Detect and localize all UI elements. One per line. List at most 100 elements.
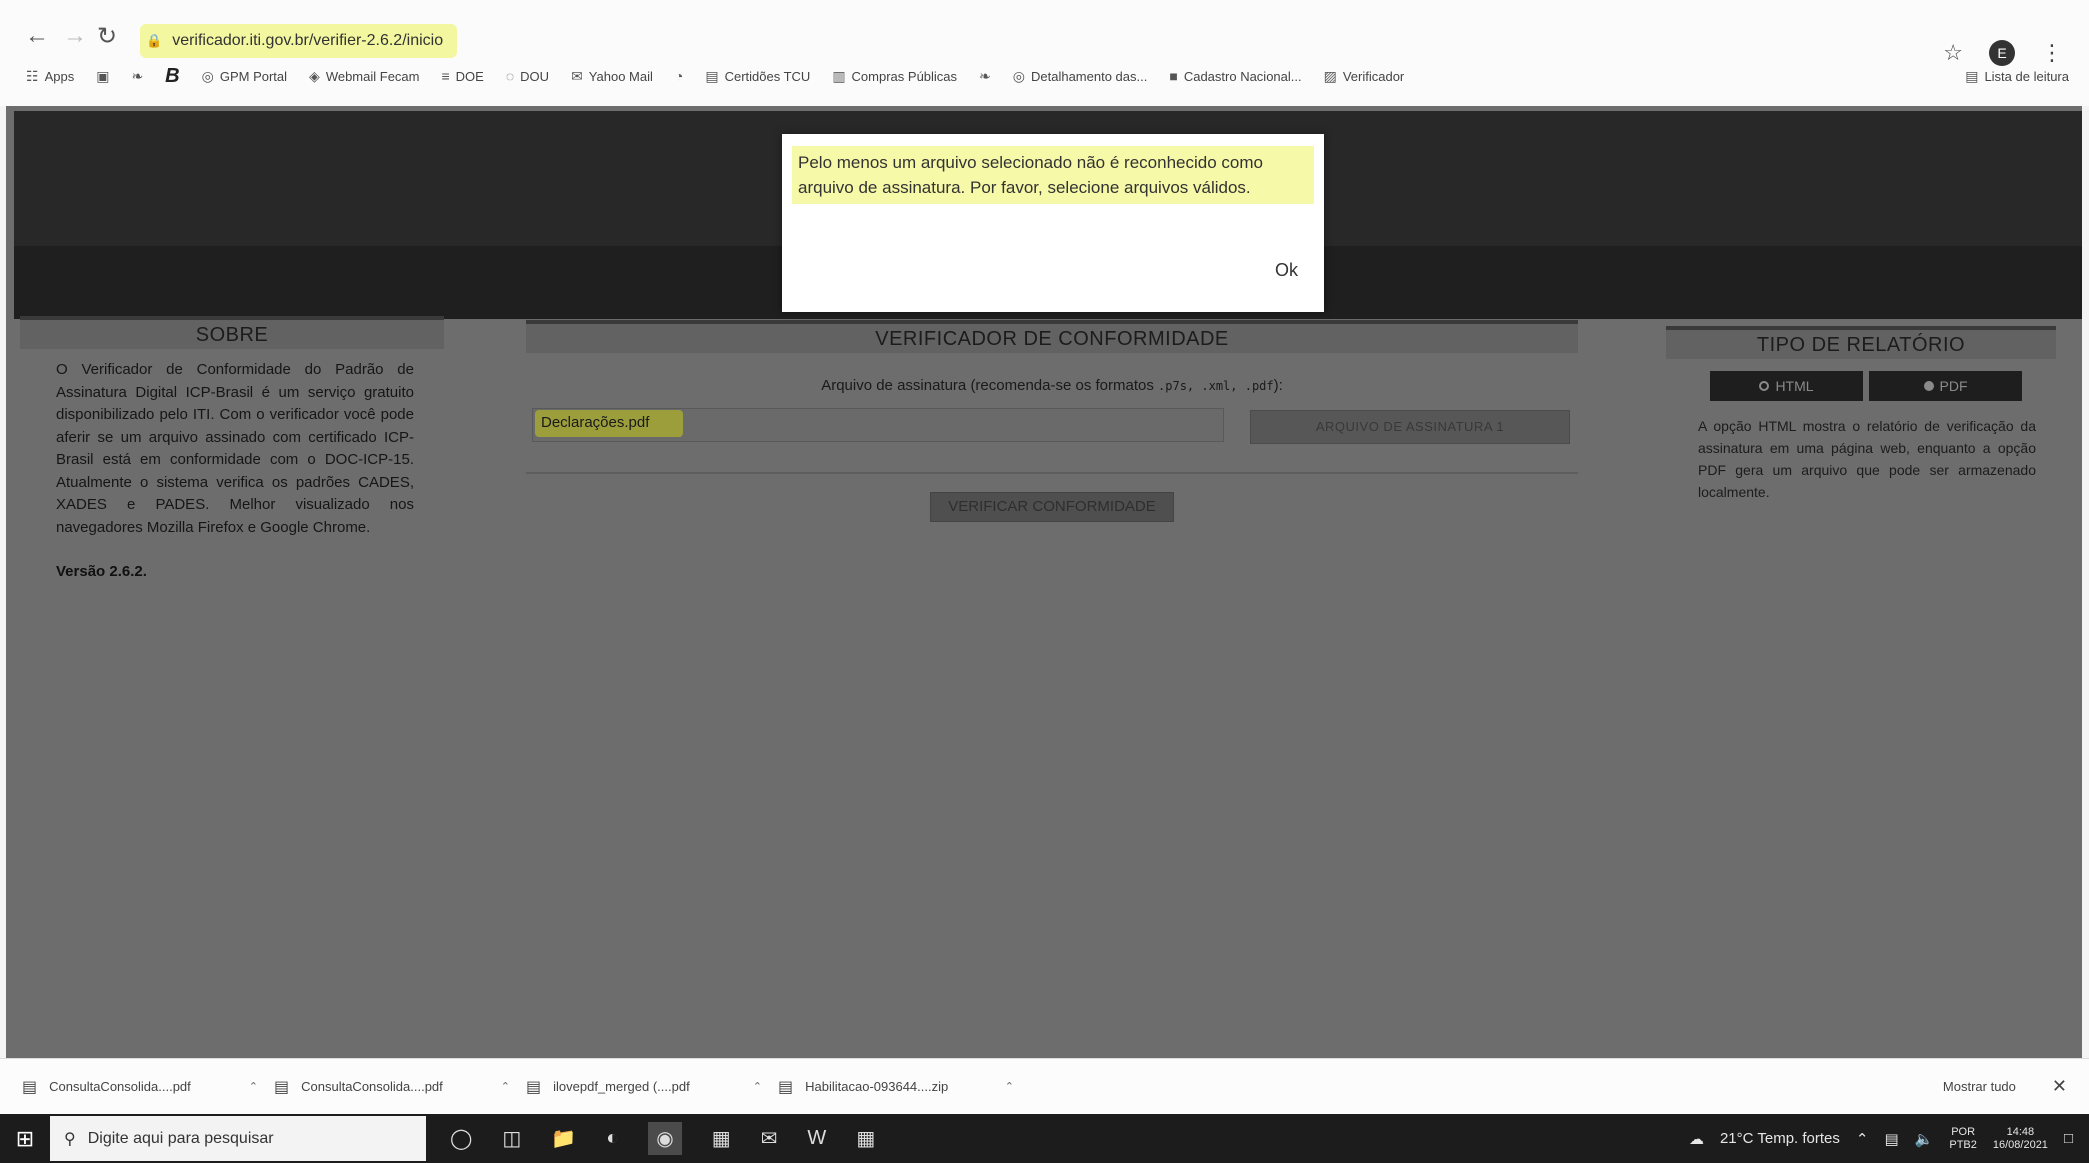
cnj-icon: ■ [1169, 68, 1178, 84]
bookmark-item[interactable]: ▣ [96, 68, 109, 85]
download-file-name: ilovepdf_merged (....pdf [553, 1079, 690, 1094]
download-item[interactable]: ▤ Habilitacao-093644....zip ⌃ [778, 1077, 1030, 1097]
task-view-icon[interactable]: ◫ [502, 1126, 521, 1151]
bookmark-label: Detalhamento das... [1031, 68, 1148, 84]
about-section: SOBRE O Verificador de Conformidade do P… [20, 316, 444, 580]
download-file-name: ConsultaConsolida....pdf [301, 1079, 443, 1094]
bookmark-item[interactable]: ◎ GPM Portal [202, 68, 287, 85]
chevron-up-icon[interactable]: ⌃ [501, 1080, 510, 1093]
download-item[interactable]: ▤ ConsultaConsolida....pdf ⌃ [22, 1077, 274, 1097]
input-language[interactable]: POR PTB2 [1949, 1126, 1977, 1152]
reading-list-icon: ▤ [1965, 67, 1979, 84]
file-format-label: Arquivo de assinatura (recomenda-se os f… [526, 377, 1578, 394]
bookmark-item[interactable]: ◈ Webmail Fecam [309, 68, 419, 85]
file-formats: .p7s, .xml, .pdf [1158, 379, 1274, 393]
section-divider [526, 472, 1578, 474]
version-label: Versão 2.6.2. [56, 563, 147, 580]
bookmark-item[interactable]: ≡ DOE [442, 68, 484, 84]
report-type-title: TIPO DE RELATÓRIO [1666, 326, 2056, 359]
signature-file-button[interactable]: ARQUIVO DE ASSINATURA 1 [1250, 410, 1570, 444]
taskbar-search-box[interactable]: ⚲ Digite aqui para pesquisar [50, 1116, 426, 1161]
edge-icon[interactable]: ◐ [606, 1127, 618, 1150]
bookmark-item[interactable]: ◌ DOU [506, 68, 549, 84]
download-item[interactable]: ▤ ilovepdf_merged (....pdf ⌃ [526, 1077, 778, 1097]
alert-ok-button[interactable]: Ok [1275, 260, 1298, 281]
about-title: SOBRE [20, 316, 444, 349]
bookmark-item[interactable]: ❧ [979, 68, 991, 85]
back-arrow-icon[interactable]: ← [20, 22, 54, 50]
signature-file-field[interactable]: Declarações.pdf [532, 408, 1224, 442]
bookmark-label: DOE [455, 68, 484, 84]
chevron-up-icon[interactable]: ⌃ [249, 1080, 258, 1093]
bookmark-item[interactable]: ▥ Compras Públicas [832, 68, 957, 85]
download-file-name: ConsultaConsolida....pdf [49, 1079, 191, 1094]
download-item[interactable]: ▤ ConsultaConsolida....pdf ⌃ [274, 1077, 526, 1097]
globe-icon: ◎ [201, 67, 214, 84]
reading-list-button[interactable]: ▤ Lista de leitura [1965, 68, 2069, 85]
bookmark-item[interactable]: ▤ Certidões TCU [705, 68, 810, 85]
verifier-section: VERIFICADOR DE CONFORMIDADE Arquivo de a… [526, 320, 1578, 522]
verify-conformity-button[interactable]: VERIFICAR CONFORMIDADE [930, 492, 1174, 522]
windows-start-icon[interactable]: ⊞ [0, 1114, 50, 1163]
bookmark-item[interactable]: ❧ [131, 68, 143, 85]
apps-grid-icon: ☷ [26, 67, 39, 84]
about-text: O Verificador de Conformidade do Padrão … [56, 361, 414, 536]
selected-file-name: Declarações.pdf [535, 410, 684, 437]
report-option-pdf[interactable]: PDF [1869, 371, 2022, 401]
show-all-downloads-button[interactable]: Mostrar tudo [1943, 1079, 2016, 1094]
bold-b-icon: B [165, 64, 180, 87]
report-type-text: A opção HTML mostra o relatório de verif… [1698, 418, 2036, 500]
tray-chevron-icon[interactable]: ⌃ [1856, 1130, 1869, 1148]
network-icon[interactable]: ▤ [1884, 1130, 1898, 1148]
file-explorer-icon[interactable]: 📁 [551, 1126, 576, 1151]
report-type-options: HTML PDF [1710, 371, 2022, 401]
bookmark-label: Yahoo Mail [588, 68, 653, 84]
chevron-up-icon[interactable]: ⌃ [753, 1080, 762, 1093]
bookmark-item[interactable]: ☷ Apps [26, 68, 74, 85]
zip-file-icon: ▤ [778, 1078, 794, 1096]
bookmark-item[interactable]: ◎ Detalhamento das... [1013, 68, 1148, 85]
bird-icon: ❧ [979, 67, 991, 84]
document-icon: ▤ [705, 67, 719, 84]
report-option-html[interactable]: HTML [1710, 371, 1863, 401]
reload-icon[interactable]: ↻ [90, 22, 124, 51]
cortana-icon[interactable]: ◯ [450, 1126, 472, 1151]
windows-taskbar: ⊞ ⚲ Digite aqui para pesquisar ◯ ◫ 📁 ◐ ◉… [0, 1114, 2089, 1163]
alert-dialog: Pelo menos um arquivo selecionado não é … [782, 134, 1324, 312]
chrome-icon[interactable]: ◉ [648, 1122, 682, 1155]
bookmark-item[interactable]: ■ Cadastro Nacional... [1169, 68, 1301, 84]
lock-icon: 🔒 [146, 33, 163, 48]
volume-icon[interactable]: 🔈 [1915, 1130, 1934, 1148]
download-file-name: Habilitacao-093644....zip [805, 1079, 949, 1094]
bookmark-label: Certidões TCU [724, 68, 811, 84]
bookmark-item[interactable]: B [165, 65, 179, 88]
weather-text[interactable]: 21°C Temp. fortes [1720, 1130, 1840, 1147]
downloads-bar: ▤ ConsultaConsolida....pdf ⌃ ▤ ConsultaConso… [0, 1058, 2089, 1114]
search-icon: ⚲ [64, 1130, 76, 1148]
system-tray: ☁ 21°C Temp. fortes ⌃ ▤ 🔈 POR PTB2 14:48… [1689, 1126, 2073, 1152]
radio-pdf-icon [1923, 381, 1934, 391]
app-icon[interactable]: ▦ [712, 1126, 731, 1151]
word-icon[interactable]: W [807, 1127, 826, 1150]
bookmark-label: Apps [44, 68, 75, 84]
address-bar[interactable]: 🔒 verificador.iti.gov.br/verifier-2.6.2/… [140, 24, 458, 58]
bookmark-item[interactable]: ✉ Yahoo Mail [571, 68, 653, 85]
close-downloads-icon[interactable]: ✕ [2052, 1076, 2067, 1097]
mail-app-icon[interactable]: ✉ [761, 1126, 778, 1151]
forward-arrow-icon[interactable]: → [58, 22, 92, 50]
bookmark-item[interactable]: ▨ Verificador [1324, 68, 1405, 85]
chevron-up-icon[interactable]: ⌃ [1005, 1080, 1014, 1093]
calculator-icon[interactable]: ▦ [856, 1126, 875, 1151]
report-type-section: TIPO DE RELATÓRIO HTML PDF A opção HTML … [1666, 326, 2056, 503]
lang-bottom: PTB2 [1949, 1138, 1977, 1151]
file-label-end: ): [1273, 377, 1283, 394]
downloads-actions: Mostrar tudo ✕ [1943, 1076, 2067, 1097]
file-input-row: Declarações.pdf ARQUIVO DE ASSINATURA 1 [526, 408, 1578, 444]
notifications-icon[interactable]: □ [2064, 1130, 2073, 1147]
globe-icon: ◎ [1012, 67, 1025, 84]
alert-message: Pelo menos um arquivo selecionado não é … [792, 146, 1314, 204]
taskbar-clock[interactable]: 14:48 16/08/2021 [1993, 1126, 2048, 1152]
bookmarks-bar: ☷ Apps ▣ ❧ B ◎ GPM Portal ◈ Webmail Fecam ≡ DOE ◌ DO… [26, 62, 2069, 90]
bookmark-item[interactable]: ◔ [675, 68, 683, 84]
bookmark-label: Compras Públicas [851, 68, 958, 84]
